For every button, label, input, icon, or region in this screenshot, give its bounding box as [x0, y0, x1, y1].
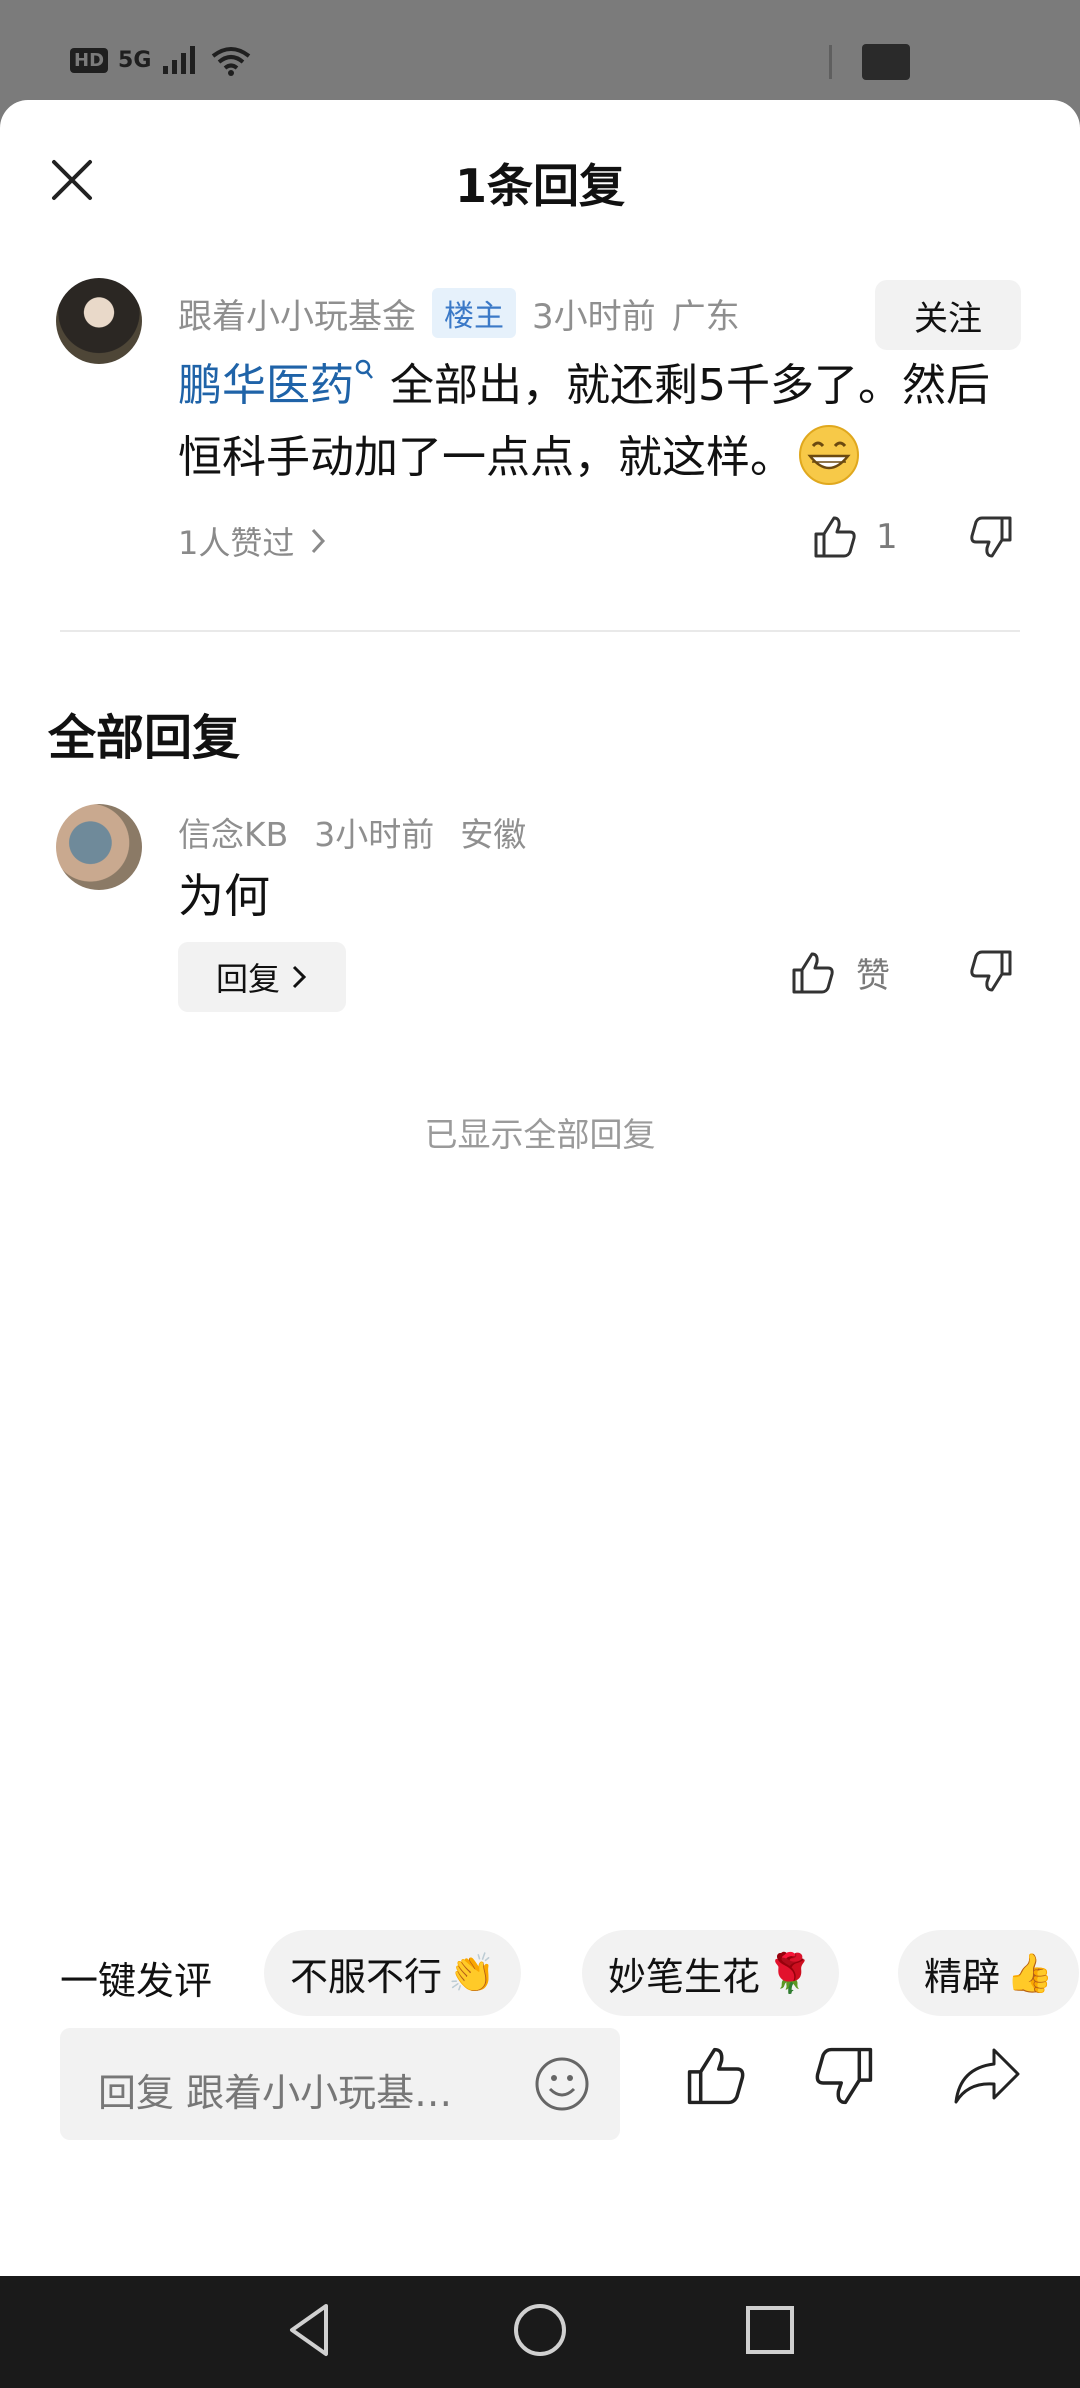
- status-bar: HD 5G: [0, 0, 1080, 100]
- network-indicator: 5G: [118, 47, 152, 73]
- stock-link[interactable]: 鹏华医药: [178, 359, 376, 411]
- page-title: 1条回复: [454, 159, 625, 213]
- likers-link[interactable]: 1人赞过: [178, 518, 328, 564]
- reply-input[interactable]: 回复 跟着小小玩基…: [60, 2028, 620, 2140]
- search-icon: [355, 359, 373, 379]
- comment-time: 3小时前: [532, 296, 656, 337]
- thumbs-up-icon: [814, 516, 856, 558]
- comment-text: 鹏华医药 全部出，就还剩5千多了。然后恒科手动加了一点点，就这样。: [178, 350, 1008, 494]
- like-button[interactable]: 赞: [790, 948, 890, 997]
- avatar[interactable]: [56, 804, 142, 890]
- recents-icon[interactable]: [742, 2298, 798, 2362]
- wifi-icon: [212, 47, 251, 76]
- thumbs-down-icon[interactable]: [812, 2044, 876, 2108]
- rose-icon: 🌹: [766, 1950, 814, 1995]
- reply-button[interactable]: 回复: [178, 942, 346, 1012]
- all-replies-shown: 已显示全部回复: [424, 1115, 656, 1154]
- reply-input-placeholder[interactable]: 回复 跟着小小玩基…: [98, 2062, 498, 2117]
- reply-meta: 信念KB 3小时前 安徽: [178, 808, 526, 856]
- comment-location: 广东: [671, 296, 740, 337]
- back-icon[interactable]: [282, 2298, 338, 2362]
- clapping-hands-icon: 👏: [448, 1950, 496, 1995]
- likers-text[interactable]: 1人赞过: [178, 518, 294, 564]
- quick-comment-label: 一键发评: [60, 1959, 213, 2003]
- username[interactable]: 信念KB: [178, 808, 288, 856]
- thumbs-up-icon[interactable]: [684, 2044, 748, 2108]
- emoji-picker-icon[interactable]: [534, 2056, 590, 2112]
- quick-comment-chip[interactable]: 妙笔生花 🌹: [582, 1930, 840, 2016]
- share-icon[interactable]: [952, 2044, 1022, 2108]
- like-count: 1: [876, 517, 898, 557]
- home-icon[interactable]: [510, 2298, 570, 2362]
- comment-meta: 跟着小小玩基金 楼主 3小时前 广东: [178, 288, 740, 338]
- chip-text[interactable]: 不服不行: [290, 1946, 442, 2001]
- thumbs-down-icon[interactable]: [968, 948, 1014, 994]
- status-separator: [829, 45, 832, 79]
- thumbs-up-icon: [792, 952, 834, 993]
- section-title: 全部回复: [48, 710, 241, 766]
- reply-button-label[interactable]: 回复: [216, 954, 280, 1000]
- author-badge: 楼主: [432, 288, 516, 338]
- thumbs-up-emoji-icon: 👍: [1006, 1950, 1054, 1995]
- reply-time: 3小时前: [314, 815, 435, 854]
- chip-text[interactable]: 精辟: [924, 1946, 1000, 2001]
- hd-indicator: HD: [70, 47, 109, 73]
- thumbs-down-icon[interactable]: [968, 514, 1014, 560]
- divider: [60, 630, 1020, 632]
- like-label: 赞: [856, 956, 890, 996]
- username[interactable]: 跟着小小玩基金: [178, 289, 416, 338]
- grinning-face-icon: [799, 425, 859, 485]
- battery-icon: [862, 44, 910, 80]
- quick-comment-chip[interactable]: 不服不行 👏: [264, 1930, 522, 2016]
- reply-location: 安徽: [460, 815, 527, 854]
- system-nav-bar: [0, 2276, 1080, 2388]
- quick-comment-bar: 一键发评 不服不行 👏 妙笔生花 🌹 精辟 👍: [0, 1930, 1080, 2020]
- quick-comment-chip[interactable]: 精辟 👍: [898, 1930, 1080, 2016]
- like-button[interactable]: 1: [812, 514, 898, 560]
- stock-link-label[interactable]: 鹏华医药: [178, 360, 354, 411]
- reply-text: 为何: [178, 869, 270, 923]
- chevron-right-icon: [292, 965, 307, 989]
- chevron-right-icon: [312, 528, 326, 554]
- status-icons: HD 5G: [70, 44, 251, 76]
- signal-icon: [163, 46, 196, 74]
- follow-button[interactable]: 关注: [875, 280, 1021, 350]
- status-right: [829, 44, 910, 80]
- chip-text[interactable]: 妙笔生花: [608, 1946, 760, 2001]
- avatar[interactable]: [56, 278, 142, 364]
